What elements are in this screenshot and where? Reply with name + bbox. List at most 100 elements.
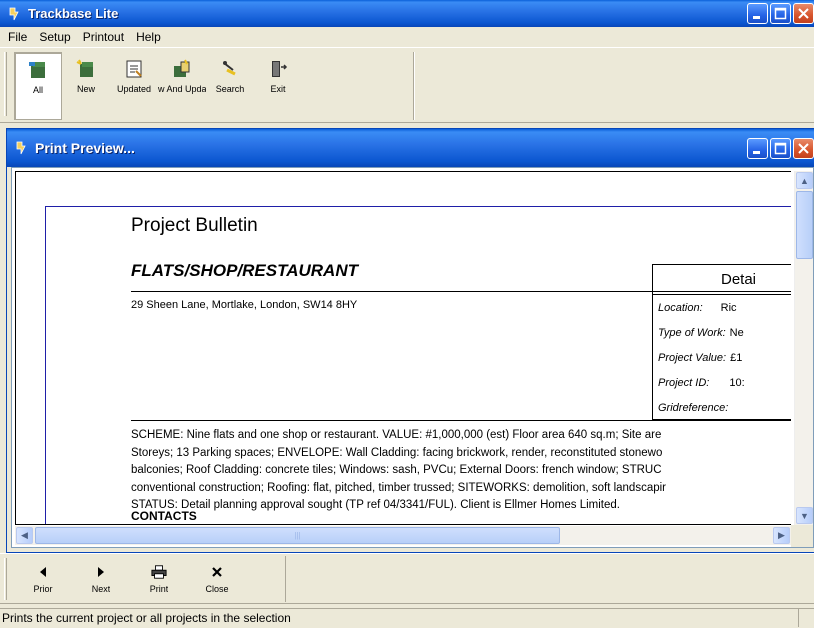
prior-label: Prior bbox=[33, 584, 53, 594]
description-line: STATUS: Detail planning approval sought … bbox=[131, 499, 620, 511]
bulletin-title: Project Bulletin bbox=[131, 215, 258, 236]
new-icon bbox=[75, 58, 97, 80]
menu-bar: File Setup Printout Help bbox=[0, 27, 814, 47]
new-label: New bbox=[76, 84, 95, 94]
horizontal-scrollbar[interactable]: ◀ ||| ▶ bbox=[15, 526, 791, 545]
close-preview-button[interactable]: Close bbox=[188, 556, 246, 602]
project-name: FLATS/SHOP/RESTAURANT bbox=[131, 261, 358, 280]
details-value: 10: bbox=[729, 376, 745, 389]
all-label: All bbox=[32, 85, 43, 95]
details-box: Detai Location: Ric Type of Work: Ne Pro… bbox=[652, 264, 791, 420]
vertical-scroll-thumb[interactable] bbox=[796, 191, 813, 259]
description-line: SCHEME: Nine flats and one shop or resta… bbox=[131, 429, 662, 441]
updated-icon bbox=[123, 58, 145, 80]
description-line: conventional construction; Roofing: flat… bbox=[131, 481, 666, 494]
description-line: Storeys; 13 Parking spaces; ENVELOPE: Wa… bbox=[131, 446, 663, 459]
preview-toolbar-band: Prior Next Print Close bbox=[14, 556, 286, 602]
close-label: Close bbox=[205, 584, 229, 594]
chevron-left-icon: ◀ bbox=[21, 530, 28, 540]
toolbar-band: All New Updated w And Updat Search Exit bbox=[14, 52, 414, 120]
next-label: Next bbox=[91, 584, 111, 594]
preview-close-button[interactable] bbox=[793, 137, 814, 159]
vertical-scrollbar[interactable]: ▲ ▼ bbox=[794, 171, 813, 525]
preview-page-area[interactable]: Project Bulletin FLATS/SHOP/RESTAURANT 2… bbox=[15, 171, 791, 525]
new-button[interactable]: New bbox=[62, 52, 110, 120]
toolbar-grip[interactable] bbox=[4, 52, 7, 116]
scroll-corner bbox=[791, 525, 813, 547]
menu-help[interactable]: Help bbox=[130, 28, 167, 46]
description-line: balconies; Roof Cladding: concrete tiles… bbox=[131, 464, 662, 476]
bottom-toolbar-grip[interactable] bbox=[4, 558, 7, 600]
search-icon bbox=[219, 58, 241, 80]
status-bar: Prints the current project or all projec… bbox=[0, 607, 814, 628]
preview-title: Print Preview... bbox=[35, 140, 135, 156]
details-row-gridreference: Gridreference: bbox=[653, 395, 791, 420]
status-resize-grip[interactable] bbox=[798, 608, 814, 627]
chevron-right-icon: ▶ bbox=[778, 530, 785, 540]
chevron-up-icon: ▲ bbox=[800, 175, 809, 186]
preview-window-icon bbox=[13, 140, 29, 156]
print-preview-window: Print Preview... Project Bulletin FLATS/… bbox=[6, 128, 814, 553]
minimize-button[interactable] bbox=[747, 3, 768, 24]
maximize-button[interactable] bbox=[770, 3, 791, 24]
close-button[interactable] bbox=[793, 3, 814, 24]
new-and-updated-button[interactable]: w And Updat bbox=[158, 52, 206, 120]
scheme-description: SCHEME: Nine flats and one shop or resta… bbox=[131, 427, 791, 515]
details-label: Gridreference: bbox=[658, 401, 729, 414]
scroll-left-button[interactable]: ◀ bbox=[16, 527, 33, 544]
scroll-up-button[interactable]: ▲ bbox=[796, 172, 813, 189]
status-text: Prints the current project or all projec… bbox=[0, 608, 798, 627]
exit-button[interactable]: Exit bbox=[254, 52, 302, 120]
body-divider bbox=[131, 420, 791, 421]
next-arrow-icon bbox=[93, 564, 109, 580]
bulletin-page: Project Bulletin FLATS/SHOP/RESTAURANT 2… bbox=[45, 206, 791, 524]
all-button[interactable]: All bbox=[14, 52, 62, 120]
search-button[interactable]: Search bbox=[206, 52, 254, 120]
details-label: Project Value: bbox=[658, 351, 727, 364]
details-value: Ric bbox=[720, 301, 737, 314]
updated-label: Updated bbox=[116, 84, 152, 94]
details-row-project-id: Project ID: 10: bbox=[653, 370, 791, 395]
details-row-location: Location: Ric bbox=[653, 295, 791, 320]
new-and-updated-label: w And Updat bbox=[158, 84, 206, 94]
search-label: Search bbox=[215, 84, 245, 94]
app-title: Trackbase Lite bbox=[28, 6, 119, 21]
thumb-grip-icon: ||| bbox=[294, 531, 301, 540]
new-and-updated-icon bbox=[171, 58, 193, 80]
details-heading: Detai bbox=[653, 265, 791, 295]
print-button[interactable]: Print bbox=[130, 556, 188, 602]
preview-titlebar[interactable]: Print Preview... bbox=[7, 129, 814, 167]
exit-label: Exit bbox=[270, 84, 286, 94]
app-icon bbox=[6, 6, 22, 22]
preview-toolbar: Prior Next Print Close bbox=[0, 553, 814, 604]
prior-arrow-icon bbox=[35, 564, 51, 580]
menu-printout[interactable]: Printout bbox=[77, 28, 130, 46]
updated-button[interactable]: Updated bbox=[110, 52, 158, 120]
exit-icon bbox=[267, 58, 289, 80]
scroll-right-button[interactable]: ▶ bbox=[773, 527, 790, 544]
print-label: Print bbox=[149, 584, 169, 594]
details-label: Project ID: bbox=[658, 376, 710, 389]
preview-body: Project Bulletin FLATS/SHOP/RESTAURANT 2… bbox=[11, 167, 814, 548]
scroll-down-button[interactable]: ▼ bbox=[796, 507, 813, 524]
all-icon bbox=[27, 59, 49, 81]
preview-maximize-button[interactable] bbox=[770, 137, 791, 159]
close-x-icon bbox=[209, 564, 225, 580]
menu-setup[interactable]: Setup bbox=[33, 28, 76, 46]
details-label: Type of Work: bbox=[658, 326, 726, 339]
prior-button[interactable]: Prior bbox=[14, 556, 72, 602]
contacts-heading: CONTACTS bbox=[131, 509, 197, 523]
project-address: 29 Sheen Lane, Mortlake, London, SW14 8H… bbox=[131, 299, 358, 311]
menu-file[interactable]: File bbox=[2, 28, 33, 46]
details-label: Location: bbox=[658, 301, 703, 314]
chevron-down-icon: ▼ bbox=[800, 510, 809, 521]
app-titlebar[interactable]: Trackbase Lite bbox=[0, 0, 814, 27]
next-button[interactable]: Next bbox=[72, 556, 130, 602]
preview-minimize-button[interactable] bbox=[747, 137, 768, 159]
main-toolbar: All New Updated w And Updat Search Exit bbox=[0, 47, 814, 123]
details-value: Ne bbox=[729, 326, 744, 339]
details-row-type-of-work: Type of Work: Ne bbox=[653, 320, 791, 345]
details-row-project-value: Project Value: £1 bbox=[653, 345, 791, 370]
printer-icon bbox=[151, 564, 167, 580]
horizontal-scroll-thumb[interactable]: ||| bbox=[35, 527, 560, 544]
